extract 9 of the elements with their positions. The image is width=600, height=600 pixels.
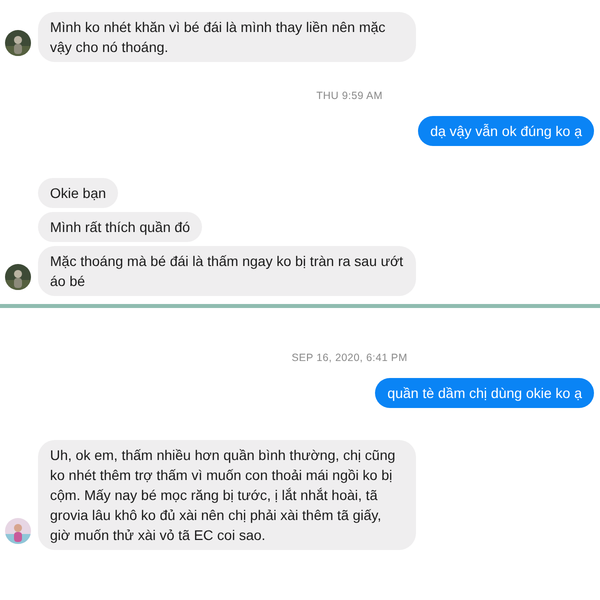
message-bubble: quần tè dầm chị dùng okie ko ạ [375, 378, 594, 408]
message-bubble: Mình rất thích quần đó [38, 212, 202, 242]
message-bubble: dạ vậy vẫn ok đúng ko ạ [418, 116, 594, 146]
timestamp: THU 9:59 AM [316, 90, 383, 102]
message-bubble: Mặc thoáng mà bé đái là thấm ngay ko bị tràn ra sau ướt áo bé [38, 246, 416, 296]
message-bubble: Uh, ok em, thấm nhiều hơn quần bình thường, chị cũng ko nhét thêm trợ thấm vì muốn con thoải mái ngồi ko bị cộm. Mấy nay bé mọc răng bị tước, ị lắt nhắt hoài, tã grovia lâu khô ko đủ xài nên chị phải xài thêm tã giấy, giờ muốn thử xài vỏ tã EC coi sao. [38, 440, 416, 550]
timestamp: SEP 16, 2020, 6:41 PM [292, 352, 408, 364]
message-bubble: Okie bạn [38, 178, 118, 208]
message-bubble: Mình ko nhét khăn vì bé đái là mình thay liền nên mặc vậy cho nó thoáng. [38, 12, 416, 62]
